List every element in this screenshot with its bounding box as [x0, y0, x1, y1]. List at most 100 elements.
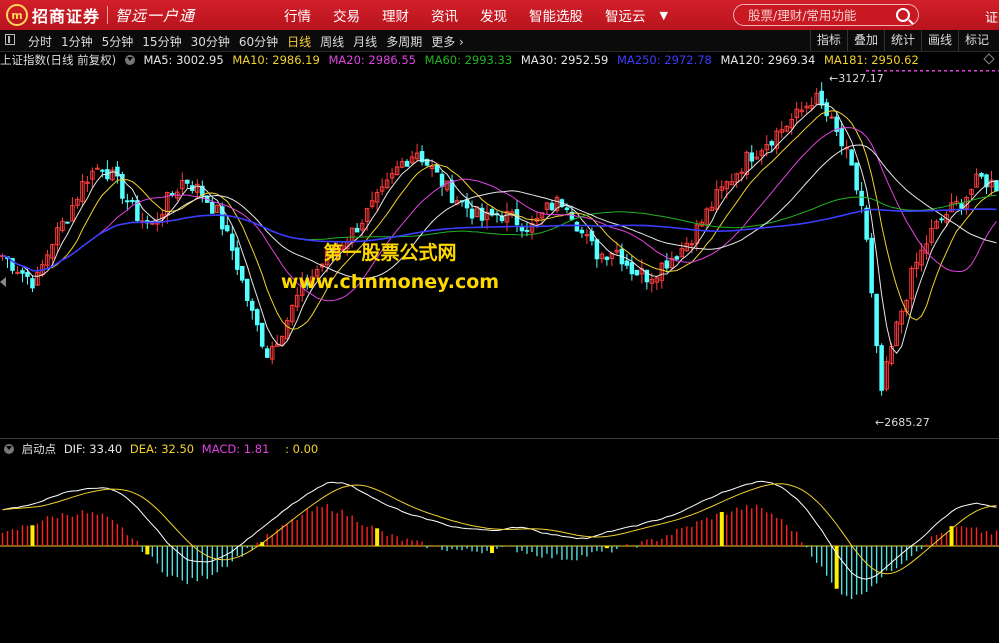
scroll-left-icon[interactable] [0, 277, 6, 287]
candle-body [170, 193, 175, 196]
candle-body [235, 247, 240, 270]
panel-divider[interactable] [0, 438, 999, 439]
period-1min[interactable]: 1分钟 [61, 33, 93, 50]
chart-tools: 指标 叠加 统计 画线 标记 [809, 30, 995, 51]
dif-value: DIF: 33.40 [63, 442, 123, 456]
candle-body [264, 348, 270, 358]
main-chart-legend: 上证指数(日线 前复权) MA5: 3002.95 MA10: 2986.19 … [0, 52, 924, 68]
top-bar: m 招商证券 智远一户通 行情 交易 理财 资讯 发现 智能选股 智远云 ▼ 证 [0, 0, 999, 30]
nav-finance[interactable]: 理财 [382, 5, 409, 25]
search-input[interactable] [746, 6, 900, 24]
candle-body [574, 221, 580, 232]
candle-body [210, 201, 215, 214]
macd-indicator-name[interactable]: 启动点 [22, 442, 57, 456]
nav-discover[interactable]: 发现 [480, 5, 507, 25]
ma5-line [2, 103, 997, 355]
tool-statistics[interactable]: 统计 [883, 30, 921, 51]
ma250-line [2, 208, 997, 272]
candle-body [869, 237, 874, 294]
legend-settings-icon[interactable] [124, 55, 135, 65]
macd-legend: 启动点 DIF: 33.40 DEA: 32.50 MACD: 1.81 : 0… [4, 441, 322, 457]
candle-body [939, 218, 944, 221]
instrument-name[interactable]: 上证指数(日线 前复权) [0, 53, 116, 67]
candle-body [125, 200, 130, 203]
period-toolbar: 分时 1分钟 5分钟 15分钟 30分钟 60分钟 日线 周线 月线 多周期 更… [0, 30, 999, 52]
period-more[interactable]: 更多 › [431, 33, 464, 50]
nav-smart-picker[interactable]: 智能选股 [529, 5, 583, 25]
candle-body [254, 309, 260, 326]
nav-more-dropdown-icon[interactable]: ▼ [660, 9, 668, 22]
expand-icon[interactable] [983, 53, 995, 65]
candle-body [304, 281, 310, 286]
period-15min[interactable]: 15分钟 [142, 33, 181, 50]
candle-body [634, 269, 640, 276]
tool-mark[interactable]: 标记 [957, 30, 995, 51]
candle-body [979, 173, 984, 177]
ma60-line [2, 194, 997, 272]
ma120-value: MA120: 2969.34 [720, 53, 816, 67]
candle-body [769, 141, 774, 146]
period-more-label: 更多 [431, 35, 456, 49]
top-right-label[interactable]: 证 [985, 7, 998, 26]
candle-body [624, 260, 630, 266]
candle-body [15, 271, 20, 274]
low-price-label: ←2685.27 [875, 416, 930, 429]
macd-indicator-chart[interactable] [0, 458, 999, 638]
logo-text: 招商证券 [32, 7, 101, 26]
candle-body [819, 90, 824, 106]
period-60min[interactable]: 60分钟 [239, 33, 278, 50]
candle-body [25, 272, 30, 277]
candle-body [829, 116, 834, 119]
macd-settings-icon[interactable] [4, 444, 14, 454]
sidebar-toggle-icon[interactable] [5, 34, 15, 45]
candle-body [329, 249, 335, 252]
candle-body [739, 171, 745, 174]
nav-trade[interactable]: 交易 [333, 5, 360, 25]
candle-body [185, 179, 190, 184]
nav-quotes[interactable]: 行情 [284, 5, 311, 25]
tool-indicator[interactable]: 指标 [809, 30, 847, 51]
period-monthly[interactable]: 月线 [353, 33, 377, 50]
candle-body [404, 160, 410, 167]
ma20-value: MA20: 2986.55 [328, 53, 416, 67]
candle-body [130, 199, 135, 202]
signal-value: : 0.00 [285, 442, 319, 456]
ma30-line [2, 144, 997, 279]
chevron-right-icon: › [459, 35, 464, 49]
nav-cloud[interactable]: 智远云 [605, 5, 646, 25]
candle-body [689, 243, 695, 246]
nav-news[interactable]: 资讯 [431, 5, 458, 25]
candle-body [594, 239, 600, 260]
period-daily[interactable]: 日线 [287, 33, 311, 50]
candle-body [469, 208, 475, 219]
search-box[interactable] [733, 4, 919, 26]
dea-value: DEA: 32.50 [129, 442, 195, 456]
tool-draw[interactable]: 画线 [920, 30, 958, 51]
dif-line [2, 480, 997, 580]
period-30min[interactable]: 30分钟 [191, 33, 230, 50]
ma10-value: MA10: 2986.19 [232, 53, 320, 67]
candle-body [439, 173, 445, 187]
period-timeshare[interactable]: 分时 [28, 33, 52, 50]
high-price-value: 3127.17 [838, 72, 884, 85]
ma60-value: MA60: 2993.33 [424, 53, 513, 67]
candle-body [604, 256, 610, 261]
period-tabs: 分时 1分钟 5分钟 15分钟 30分钟 60分钟 日线 周线 月线 多周期 更… [28, 33, 473, 50]
candle-body [354, 227, 360, 233]
search-icon[interactable] [896, 8, 910, 22]
high-price-label: ←3127.17 [829, 72, 884, 85]
candle-body [230, 233, 235, 251]
dea-line [2, 483, 997, 575]
period-multi[interactable]: 多周期 [386, 33, 422, 50]
ma30-value: MA30: 2952.59 [520, 53, 609, 67]
period-weekly[interactable]: 周线 [320, 33, 344, 50]
tool-overlay[interactable]: 叠加 [846, 30, 884, 51]
brand-logo[interactable]: m 招商证券 智远一户通 [6, 4, 195, 26]
main-nav: 行情 交易 理财 资讯 发现 智能选股 智远云 ▼ [284, 0, 668, 30]
period-5min[interactable]: 5分钟 [102, 33, 134, 50]
candle-body [849, 149, 854, 166]
candlestick-chart[interactable] [0, 70, 999, 438]
candle-body [564, 207, 570, 211]
candle-body [100, 169, 105, 172]
candle-body [225, 225, 230, 232]
